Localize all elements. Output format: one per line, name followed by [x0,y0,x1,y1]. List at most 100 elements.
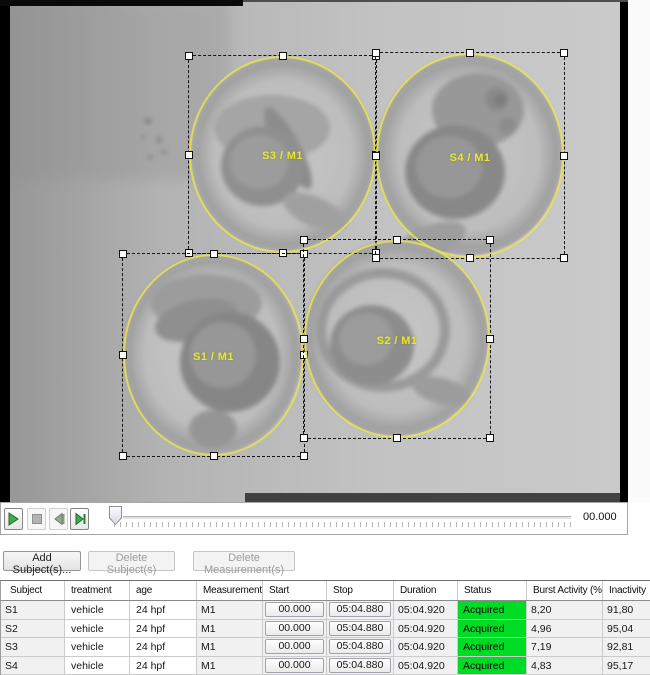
selection-handle[interactable] [560,152,568,160]
cell-start[interactable]: 00.000 [263,657,327,675]
selection-handle[interactable] [300,335,308,343]
column-header-duration[interactable]: Duration [394,581,458,600]
start-value-box[interactable]: 00.000 [265,658,324,673]
cell-burst-activity: 7,19 [527,638,603,657]
cell-age[interactable]: 24 hpf [130,620,197,639]
cell-measurement: M1 [197,620,263,639]
column-header-burst-activity[interactable]: Burst Activity (%) [527,581,603,600]
selection-handle[interactable] [300,434,308,442]
selection-handle[interactable] [393,236,401,244]
well-label: S4 / M1 [450,152,491,164]
arena-selection-s4[interactable]: S4 / M1 [375,52,565,259]
stop-icon [31,513,43,525]
column-header-status[interactable]: Status [458,581,527,600]
selection-handle[interactable] [466,49,474,57]
delete-measurements-button[interactable]: Delete Measurement(s) [193,551,295,571]
selection-handle[interactable] [279,52,287,60]
table-body: S1vehicle24 hpfM100.00005:04.88005:04.92… [1,601,650,675]
column-header-age[interactable]: age [130,581,197,600]
cell-start[interactable]: 00.000 [263,638,327,657]
cell-inactivity: 92,81 [603,638,650,657]
selection-handle[interactable] [372,49,380,57]
stop-button[interactable] [27,508,46,530]
cell-status: Acquired [458,657,527,675]
step-forward-button[interactable] [70,508,89,530]
cell-duration: 05:04.920 [394,601,458,620]
cell-duration: 05:04.920 [394,638,458,657]
cell-treatment[interactable]: vehicle [65,638,130,657]
column-header-subject[interactable]: Subject [1,581,65,600]
selection-handle[interactable] [300,236,308,244]
step-forward-icon [73,512,87,526]
selection-handle[interactable] [486,335,494,343]
selection-handle[interactable] [119,452,127,460]
cell-duration: 05:04.920 [394,657,458,675]
table-row: S1vehicle24 hpfM100.00005:04.88005:04.92… [1,601,650,620]
cell-inactivity: 95,04 [603,620,650,639]
time-readout: 00.000 [583,511,617,523]
cell-measurement: M1 [197,638,263,657]
column-header-inactivity[interactable]: Inactivity [603,581,650,600]
table-row: S3vehicle24 hpfM100.00005:04.88005:04.92… [1,638,650,657]
arena-selection-s2[interactable]: S2 / M1 [303,239,491,439]
cell-start[interactable]: 00.000 [263,601,327,620]
cell-status: Acquired [458,620,527,639]
start-value-box[interactable]: 00.000 [265,602,324,617]
slider-ticks [114,522,572,527]
selection-handle[interactable] [185,52,193,60]
column-header-start[interactable]: Start [263,581,327,600]
column-header-stop[interactable]: Stop [327,581,394,600]
cell-age[interactable]: 24 hpf [130,601,197,620]
selection-handle[interactable] [486,434,494,442]
cell-subject: S1 [1,601,65,620]
cell-measurement: M1 [197,657,263,675]
selection-handle[interactable] [119,250,127,258]
cell-treatment[interactable]: vehicle [65,657,130,675]
cell-stop[interactable]: 05:04.880 [327,601,394,620]
well-label: S1 / M1 [193,351,234,363]
playback-bar: 00.000 [0,502,628,535]
cell-burst-activity: 4,83 [527,657,603,675]
cell-status: Acquired [458,601,527,620]
arena-selection-s3[interactable]: S3 / M1 [188,55,377,254]
column-header-measurement[interactable]: Measurement [197,581,263,600]
stop-value-box[interactable]: 05:04.880 [329,621,391,636]
selection-handle[interactable] [560,49,568,57]
cell-treatment[interactable]: vehicle [65,620,130,639]
measurements-table: SubjecttreatmentageMeasurementStartStopD… [0,580,650,675]
add-subjects-button[interactable]: Add Subject(s)... [3,551,81,571]
selection-handle[interactable] [372,152,380,160]
arena-selection-s1[interactable]: S1 / M1 [122,253,305,457]
selection-handle[interactable] [560,254,568,262]
cell-treatment[interactable]: vehicle [65,601,130,620]
start-value-box[interactable]: 00.000 [265,639,324,654]
cell-age[interactable]: 24 hpf [130,657,197,675]
cell-start[interactable]: 00.000 [263,620,327,639]
cell-stop[interactable]: 05:04.880 [327,638,394,657]
play-button[interactable] [4,508,23,530]
cell-burst-activity: 4,96 [527,620,603,639]
table-row: S4vehicle24 hpfM100.00005:04.88005:04.92… [1,657,650,675]
selection-handle[interactable] [300,452,308,460]
cell-age[interactable]: 24 hpf [130,638,197,657]
selection-handle[interactable] [486,236,494,244]
slider-track[interactable] [123,516,571,519]
selection-handle[interactable] [210,250,218,258]
selection-handle[interactable] [210,452,218,460]
timeline-slider[interactable] [106,505,576,533]
start-value-box[interactable]: 00.000 [265,621,324,636]
stop-value-box[interactable]: 05:04.880 [329,658,391,673]
selection-handle[interactable] [393,434,401,442]
well-label: S2 / M1 [377,335,418,347]
selection-handle[interactable] [119,351,127,359]
column-header-treatment[interactable]: treatment [65,581,130,600]
stop-value-box[interactable]: 05:04.880 [329,639,391,654]
table-row: S2vehicle24 hpfM100.00005:04.88005:04.92… [1,620,650,639]
delete-subjects-button[interactable]: Delete Subject(s) [88,551,175,571]
cell-stop[interactable]: 05:04.880 [327,620,394,639]
play-icon [7,512,20,526]
cell-stop[interactable]: 05:04.880 [327,657,394,675]
selection-handle[interactable] [185,151,193,159]
step-backward-button[interactable] [49,508,68,530]
stop-value-box[interactable]: 05:04.880 [329,602,391,617]
